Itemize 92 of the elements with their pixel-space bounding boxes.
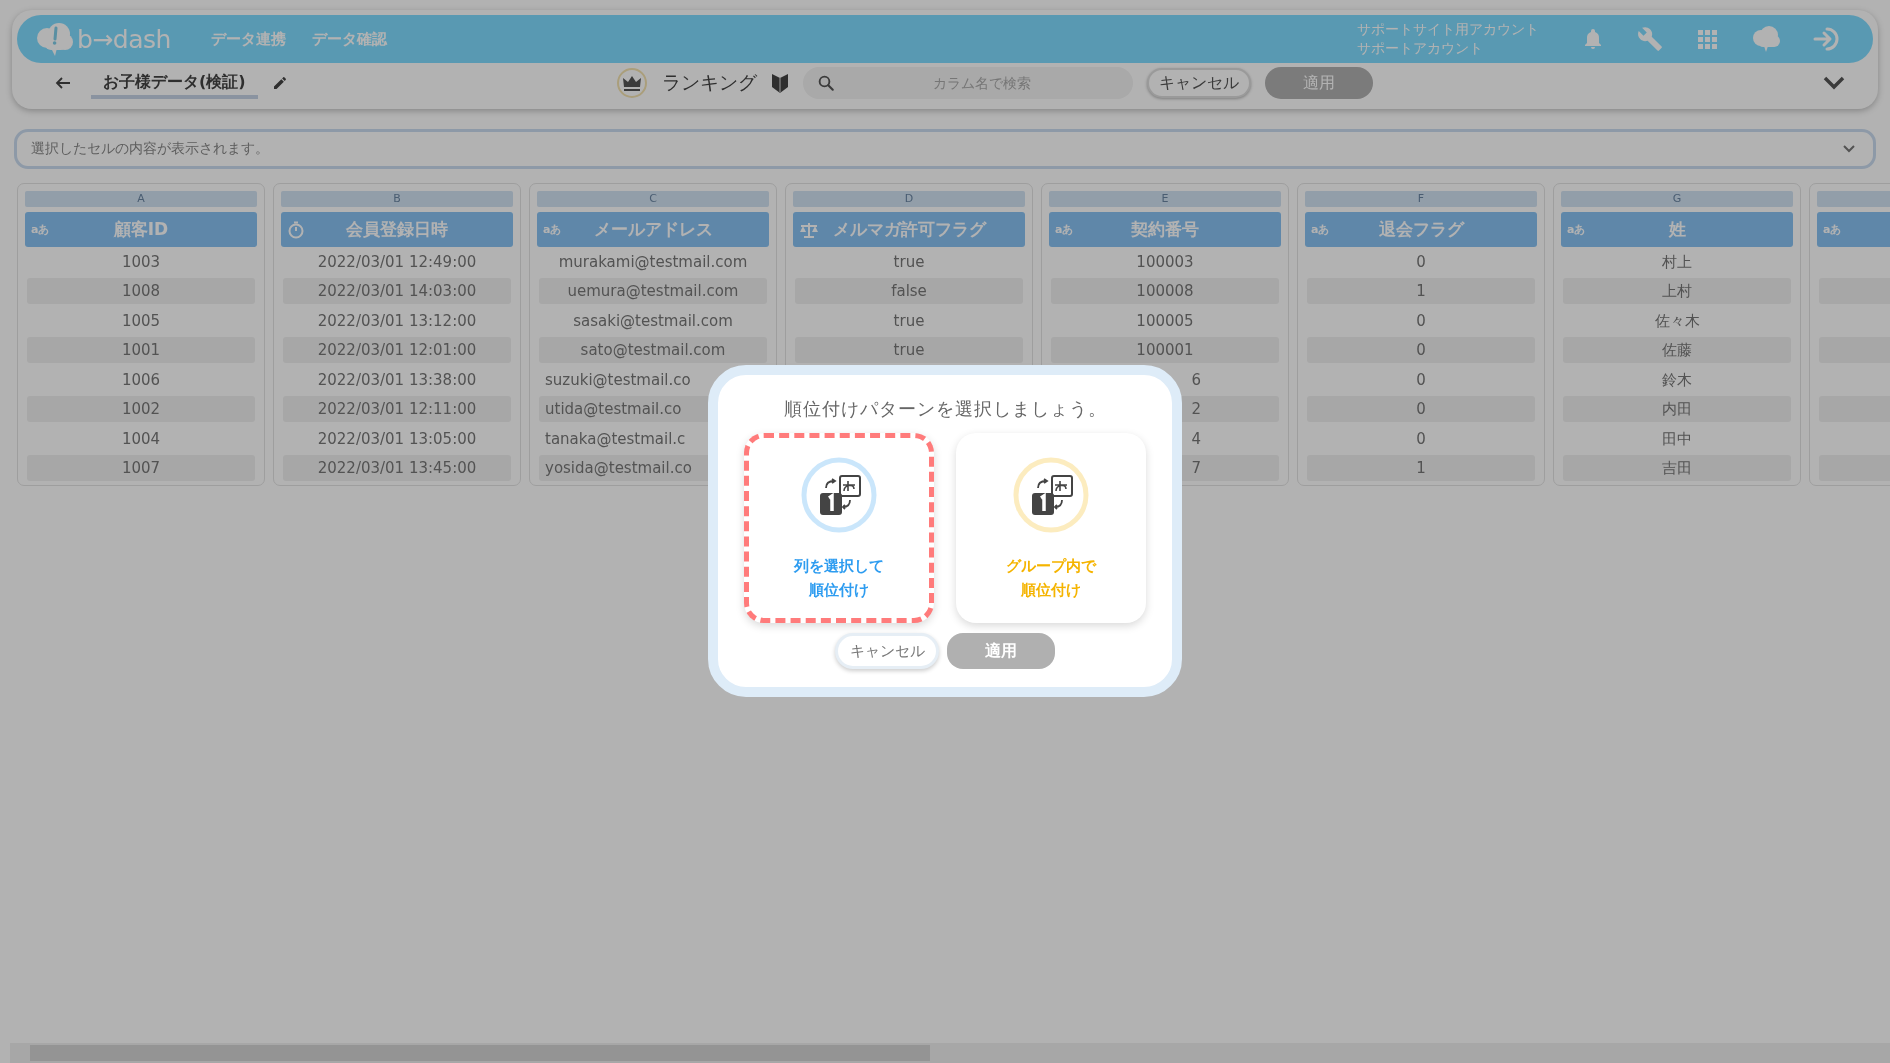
account-name: サポートアカウント <box>1357 39 1484 58</box>
column-header[interactable]: aあ 契約番号 <box>1049 212 1281 247</box>
table-cell-text: sasaki@testmail.com <box>572 310 734 332</box>
account-name: サポートサイト用アカウント <box>1357 20 1539 39</box>
table-cell: 2022/03/01 12:11:00 <box>283 396 511 423</box>
table-cell-text: suzuki@testmail.co <box>544 369 692 391</box>
table-cell-text: 鈴木 <box>1661 369 1693 391</box>
column-header[interactable]: aあ 顧客ID <box>25 212 257 247</box>
option-label: 順位付け <box>809 580 869 601</box>
column-title: 退会フラグ <box>1378 218 1464 241</box>
table-cell-text: 0 <box>1415 428 1427 450</box>
table-cell: 1 <box>1307 455 1535 482</box>
type-label: aあ <box>1567 222 1586 237</box>
nav-link[interactable]: データ連携 <box>210 29 286 49</box>
table-cell: 2022/03/01 12:01:00 <box>283 337 511 364</box>
type-label: aあ <box>1823 222 1842 237</box>
nav-link[interactable]: データ確認 <box>311 29 387 49</box>
table-cell: 上村 <box>1563 278 1791 305</box>
table-cell: 内田 <box>1563 396 1791 423</box>
table-cell: sato@testmail.com <box>539 337 767 364</box>
table-cell: 100008 <box>1051 278 1279 305</box>
table-cell-text: tanaka@testmail.c <box>544 428 687 450</box>
table-cell-text: 2022/03/01 13:05:00 <box>316 428 478 450</box>
column-title: 顧客ID <box>113 218 169 241</box>
table-cell: 1002 <box>27 396 255 423</box>
column-header[interactable]: 会員登録日時 <box>281 212 513 247</box>
table-cell-text: 田中 <box>1661 428 1693 450</box>
column-header[interactable]: aあ 姓 <box>1561 212 1793 247</box>
option-label: グループ内で <box>1006 556 1096 577</box>
table-cell-text: 2022/03/01 13:12:00 <box>316 310 478 332</box>
table-cell: 1 <box>1307 278 1535 305</box>
table-cell-text: 1006 <box>120 369 162 391</box>
column-letter[interactable]: F <box>1305 191 1537 207</box>
column-letter[interactable]: A <box>25 191 257 207</box>
table-cell-text: 100005 <box>1135 310 1195 332</box>
column-title: メルマガ許可フラグ <box>832 218 986 241</box>
table-cell-text: true <box>892 251 926 273</box>
table-cell-text: 100003 <box>1135 251 1195 273</box>
type-label: aあ <box>543 222 562 237</box>
dataset-title[interactable]: お子様データ(検証) <box>91 71 258 99</box>
cell-content-field[interactable]: 選択したセルの内容が表示されます。 <box>14 129 1876 169</box>
column-letter[interactable]: B <box>281 191 513 207</box>
column-letter[interactable]: G <box>1561 191 1793 207</box>
column-letter[interactable]: D <box>793 191 1025 207</box>
table-cell-text: 2022/03/01 12:49:00 <box>316 251 478 273</box>
column-header[interactable]: aあ 退会フラグ <box>1305 212 1537 247</box>
table-cell: 2022/03/01 13:45:00 <box>283 455 511 482</box>
column-title: 契約番号 <box>1131 218 1199 241</box>
table-cell-text: 6 <box>1190 369 1202 391</box>
table-cell-text: 1003 <box>120 251 162 273</box>
type-label: aあ <box>31 222 50 237</box>
column-letter[interactable]: C <box>537 191 769 207</box>
table-cell-text: 0 <box>1415 251 1427 273</box>
table-cell-text: true <box>892 310 926 332</box>
option-card[interactable]: 列を選択して 順位付け <box>744 433 934 623</box>
option-label: 列を選択して <box>794 556 884 577</box>
table-cell: 100001 <box>1051 337 1279 364</box>
table-cell: 0 <box>1307 337 1535 364</box>
column-header[interactable]: aあ <box>1817 212 1890 247</box>
column-header[interactable]: aあ メールアドレス <box>537 212 769 247</box>
table-cell-text: 佐々木 <box>1653 310 1701 332</box>
column-title: 姓 <box>1668 218 1686 241</box>
column-title: メールアドレス <box>593 218 713 241</box>
mode-label: ランキング <box>661 70 757 95</box>
cancel-button[interactable]: キャンセル <box>1146 68 1251 98</box>
logo-text: b→dash <box>77 24 171 54</box>
table-cell: 1008 <box>27 278 255 305</box>
table-cell: uemura@testmail.com <box>539 278 767 305</box>
table-cell: false <box>795 278 1023 305</box>
table-cell-text: 村上 <box>1661 251 1693 273</box>
table-cell-text: 0 <box>1415 310 1427 332</box>
table-cell: 2022/03/01 14:03:00 <box>283 278 511 305</box>
table-cell-text: 1005 <box>120 310 162 332</box>
table-cell: 佐藤 <box>1563 337 1791 364</box>
option-label: 順位付け <box>1021 580 1081 601</box>
type-label: aあ <box>1311 222 1330 237</box>
table-cell: 0 <box>1307 396 1535 423</box>
column-title: 会員登録日時 <box>346 218 448 241</box>
table-cell-text: 0 <box>1415 369 1427 391</box>
table-cell: 1007 <box>27 455 255 482</box>
table-cell: true <box>795 337 1023 364</box>
cancel-button[interactable]: キャンセル <box>835 633 939 669</box>
column-letter[interactable]: E <box>1049 191 1281 207</box>
table-cell: 1001 <box>27 337 255 364</box>
table-cell-text: 2022/03/01 13:38:00 <box>316 369 478 391</box>
placeholder-text: 選択したセルの内容が表示されます。 <box>31 140 269 158</box>
column-header[interactable]: メルマガ許可フラグ <box>793 212 1025 247</box>
type-label: aあ <box>1055 222 1074 237</box>
table-cell-text: 1004 <box>120 428 162 450</box>
table-cell-text: murakami@testmail.com <box>557 251 749 273</box>
table-cell-text: 4 <box>1190 428 1202 450</box>
table-cell: 吉田 <box>1563 455 1791 482</box>
